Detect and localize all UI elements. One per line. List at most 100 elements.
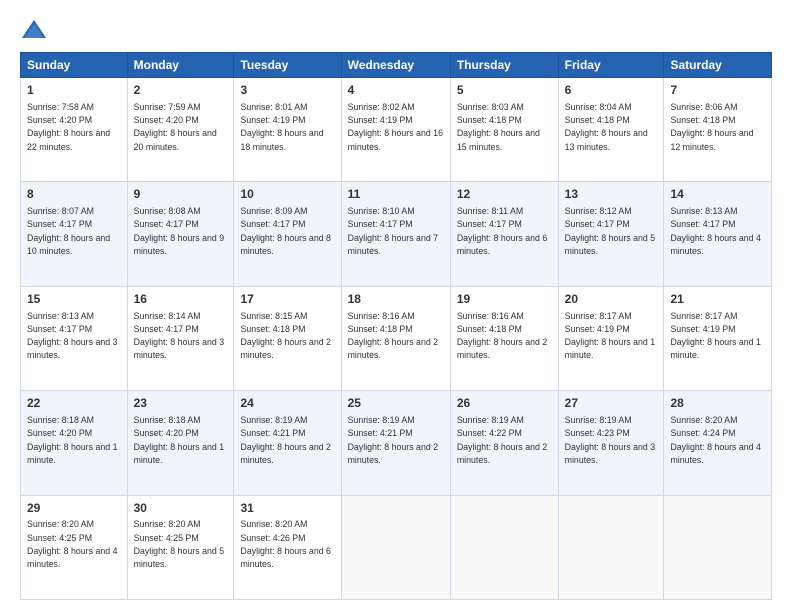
day-number: 2 <box>134 82 228 99</box>
calendar-cell: 26 Sunrise: 8:19 AMSunset: 4:22 PMDaylig… <box>450 391 558 495</box>
day-number: 17 <box>240 291 334 308</box>
day-info: Sunrise: 7:58 AMSunset: 4:20 PMDaylight:… <box>27 102 110 152</box>
calendar-cell: 12 Sunrise: 8:11 AMSunset: 4:17 PMDaylig… <box>450 182 558 286</box>
day-number: 6 <box>565 82 658 99</box>
day-info: Sunrise: 8:06 AMSunset: 4:18 PMDaylight:… <box>670 102 753 152</box>
col-friday: Friday <box>558 53 664 78</box>
day-number: 11 <box>348 186 444 203</box>
calendar-cell: 6 Sunrise: 8:04 AMSunset: 4:18 PMDayligh… <box>558 78 664 182</box>
day-number: 18 <box>348 291 444 308</box>
day-info: Sunrise: 8:09 AMSunset: 4:17 PMDaylight:… <box>240 206 330 256</box>
day-info: Sunrise: 8:19 AMSunset: 4:23 PMDaylight:… <box>565 415 655 465</box>
day-number: 10 <box>240 186 334 203</box>
logo <box>20 16 52 44</box>
calendar-cell: 7 Sunrise: 8:06 AMSunset: 4:18 PMDayligh… <box>664 78 772 182</box>
day-info: Sunrise: 8:19 AMSunset: 4:22 PMDaylight:… <box>457 415 547 465</box>
day-number: 9 <box>134 186 228 203</box>
calendar-week-4: 22 Sunrise: 8:18 AMSunset: 4:20 PMDaylig… <box>21 391 772 495</box>
day-info: Sunrise: 8:03 AMSunset: 4:18 PMDaylight:… <box>457 102 540 152</box>
calendar-cell: 16 Sunrise: 8:14 AMSunset: 4:17 PMDaylig… <box>127 286 234 390</box>
day-info: Sunrise: 8:18 AMSunset: 4:20 PMDaylight:… <box>134 415 224 465</box>
col-thursday: Thursday <box>450 53 558 78</box>
calendar-cell: 19 Sunrise: 8:16 AMSunset: 4:18 PMDaylig… <box>450 286 558 390</box>
calendar-table: Sunday Monday Tuesday Wednesday Thursday… <box>20 52 772 600</box>
day-info: Sunrise: 8:20 AMSunset: 4:25 PMDaylight:… <box>134 519 224 569</box>
calendar-cell <box>450 495 558 599</box>
page: Sunday Monday Tuesday Wednesday Thursday… <box>0 0 792 612</box>
calendar-cell: 30 Sunrise: 8:20 AMSunset: 4:25 PMDaylig… <box>127 495 234 599</box>
day-number: 25 <box>348 395 444 412</box>
calendar-week-3: 15 Sunrise: 8:13 AMSunset: 4:17 PMDaylig… <box>21 286 772 390</box>
day-number: 12 <box>457 186 552 203</box>
day-number: 16 <box>134 291 228 308</box>
calendar-cell: 17 Sunrise: 8:15 AMSunset: 4:18 PMDaylig… <box>234 286 341 390</box>
calendar-cell: 13 Sunrise: 8:12 AMSunset: 4:17 PMDaylig… <box>558 182 664 286</box>
day-number: 19 <box>457 291 552 308</box>
col-wednesday: Wednesday <box>341 53 450 78</box>
day-info: Sunrise: 8:17 AMSunset: 4:19 PMDaylight:… <box>670 311 760 361</box>
day-number: 31 <box>240 500 334 517</box>
day-info: Sunrise: 8:17 AMSunset: 4:19 PMDaylight:… <box>565 311 655 361</box>
day-info: Sunrise: 8:08 AMSunset: 4:17 PMDaylight:… <box>134 206 224 256</box>
calendar-cell: 20 Sunrise: 8:17 AMSunset: 4:19 PMDaylig… <box>558 286 664 390</box>
calendar-cell: 4 Sunrise: 8:02 AMSunset: 4:19 PMDayligh… <box>341 78 450 182</box>
calendar-cell: 1 Sunrise: 7:58 AMSunset: 4:20 PMDayligh… <box>21 78 128 182</box>
calendar-week-1: 1 Sunrise: 7:58 AMSunset: 4:20 PMDayligh… <box>21 78 772 182</box>
calendar-cell: 10 Sunrise: 8:09 AMSunset: 4:17 PMDaylig… <box>234 182 341 286</box>
day-number: 1 <box>27 82 121 99</box>
calendar-cell: 29 Sunrise: 8:20 AMSunset: 4:25 PMDaylig… <box>21 495 128 599</box>
calendar-cell: 14 Sunrise: 8:13 AMSunset: 4:17 PMDaylig… <box>664 182 772 286</box>
day-info: Sunrise: 8:16 AMSunset: 4:18 PMDaylight:… <box>348 311 438 361</box>
day-info: Sunrise: 8:13 AMSunset: 4:17 PMDaylight:… <box>27 311 117 361</box>
col-tuesday: Tuesday <box>234 53 341 78</box>
day-info: Sunrise: 8:20 AMSunset: 4:24 PMDaylight:… <box>670 415 760 465</box>
calendar-cell: 18 Sunrise: 8:16 AMSunset: 4:18 PMDaylig… <box>341 286 450 390</box>
day-info: Sunrise: 8:02 AMSunset: 4:19 PMDaylight:… <box>348 102 443 152</box>
day-info: Sunrise: 8:20 AMSunset: 4:25 PMDaylight:… <box>27 519 117 569</box>
calendar-cell: 2 Sunrise: 7:59 AMSunset: 4:20 PMDayligh… <box>127 78 234 182</box>
day-info: Sunrise: 8:12 AMSunset: 4:17 PMDaylight:… <box>565 206 655 256</box>
day-info: Sunrise: 8:18 AMSunset: 4:20 PMDaylight:… <box>27 415 117 465</box>
day-number: 30 <box>134 500 228 517</box>
day-number: 26 <box>457 395 552 412</box>
day-info: Sunrise: 7:59 AMSunset: 4:20 PMDaylight:… <box>134 102 217 152</box>
calendar-cell: 5 Sunrise: 8:03 AMSunset: 4:18 PMDayligh… <box>450 78 558 182</box>
day-number: 27 <box>565 395 658 412</box>
calendar-cell: 9 Sunrise: 8:08 AMSunset: 4:17 PMDayligh… <box>127 182 234 286</box>
calendar-cell: 15 Sunrise: 8:13 AMSunset: 4:17 PMDaylig… <box>21 286 128 390</box>
calendar-cell: 21 Sunrise: 8:17 AMSunset: 4:19 PMDaylig… <box>664 286 772 390</box>
day-info: Sunrise: 8:01 AMSunset: 4:19 PMDaylight:… <box>240 102 323 152</box>
calendar-cell: 11 Sunrise: 8:10 AMSunset: 4:17 PMDaylig… <box>341 182 450 286</box>
calendar-cell <box>558 495 664 599</box>
header <box>20 16 772 44</box>
day-info: Sunrise: 8:10 AMSunset: 4:17 PMDaylight:… <box>348 206 438 256</box>
calendar-week-2: 8 Sunrise: 8:07 AMSunset: 4:17 PMDayligh… <box>21 182 772 286</box>
day-info: Sunrise: 8:20 AMSunset: 4:26 PMDaylight:… <box>240 519 330 569</box>
calendar-cell: 3 Sunrise: 8:01 AMSunset: 4:19 PMDayligh… <box>234 78 341 182</box>
day-number: 20 <box>565 291 658 308</box>
day-number: 14 <box>670 186 765 203</box>
day-info: Sunrise: 8:15 AMSunset: 4:18 PMDaylight:… <box>240 311 330 361</box>
calendar-cell <box>341 495 450 599</box>
day-info: Sunrise: 8:19 AMSunset: 4:21 PMDaylight:… <box>348 415 438 465</box>
day-number: 24 <box>240 395 334 412</box>
calendar-cell: 24 Sunrise: 8:19 AMSunset: 4:21 PMDaylig… <box>234 391 341 495</box>
logo-icon <box>20 16 48 44</box>
day-number: 4 <box>348 82 444 99</box>
day-number: 23 <box>134 395 228 412</box>
day-number: 29 <box>27 500 121 517</box>
calendar-body: 1 Sunrise: 7:58 AMSunset: 4:20 PMDayligh… <box>21 78 772 600</box>
day-info: Sunrise: 8:11 AMSunset: 4:17 PMDaylight:… <box>457 206 547 256</box>
day-info: Sunrise: 8:16 AMSunset: 4:18 PMDaylight:… <box>457 311 547 361</box>
col-monday: Monday <box>127 53 234 78</box>
col-sunday: Sunday <box>21 53 128 78</box>
day-number: 22 <box>27 395 121 412</box>
day-number: 8 <box>27 186 121 203</box>
calendar-cell <box>664 495 772 599</box>
day-number: 3 <box>240 82 334 99</box>
day-number: 21 <box>670 291 765 308</box>
day-info: Sunrise: 8:07 AMSunset: 4:17 PMDaylight:… <box>27 206 110 256</box>
calendar-cell: 23 Sunrise: 8:18 AMSunset: 4:20 PMDaylig… <box>127 391 234 495</box>
col-saturday: Saturday <box>664 53 772 78</box>
day-info: Sunrise: 8:13 AMSunset: 4:17 PMDaylight:… <box>670 206 760 256</box>
